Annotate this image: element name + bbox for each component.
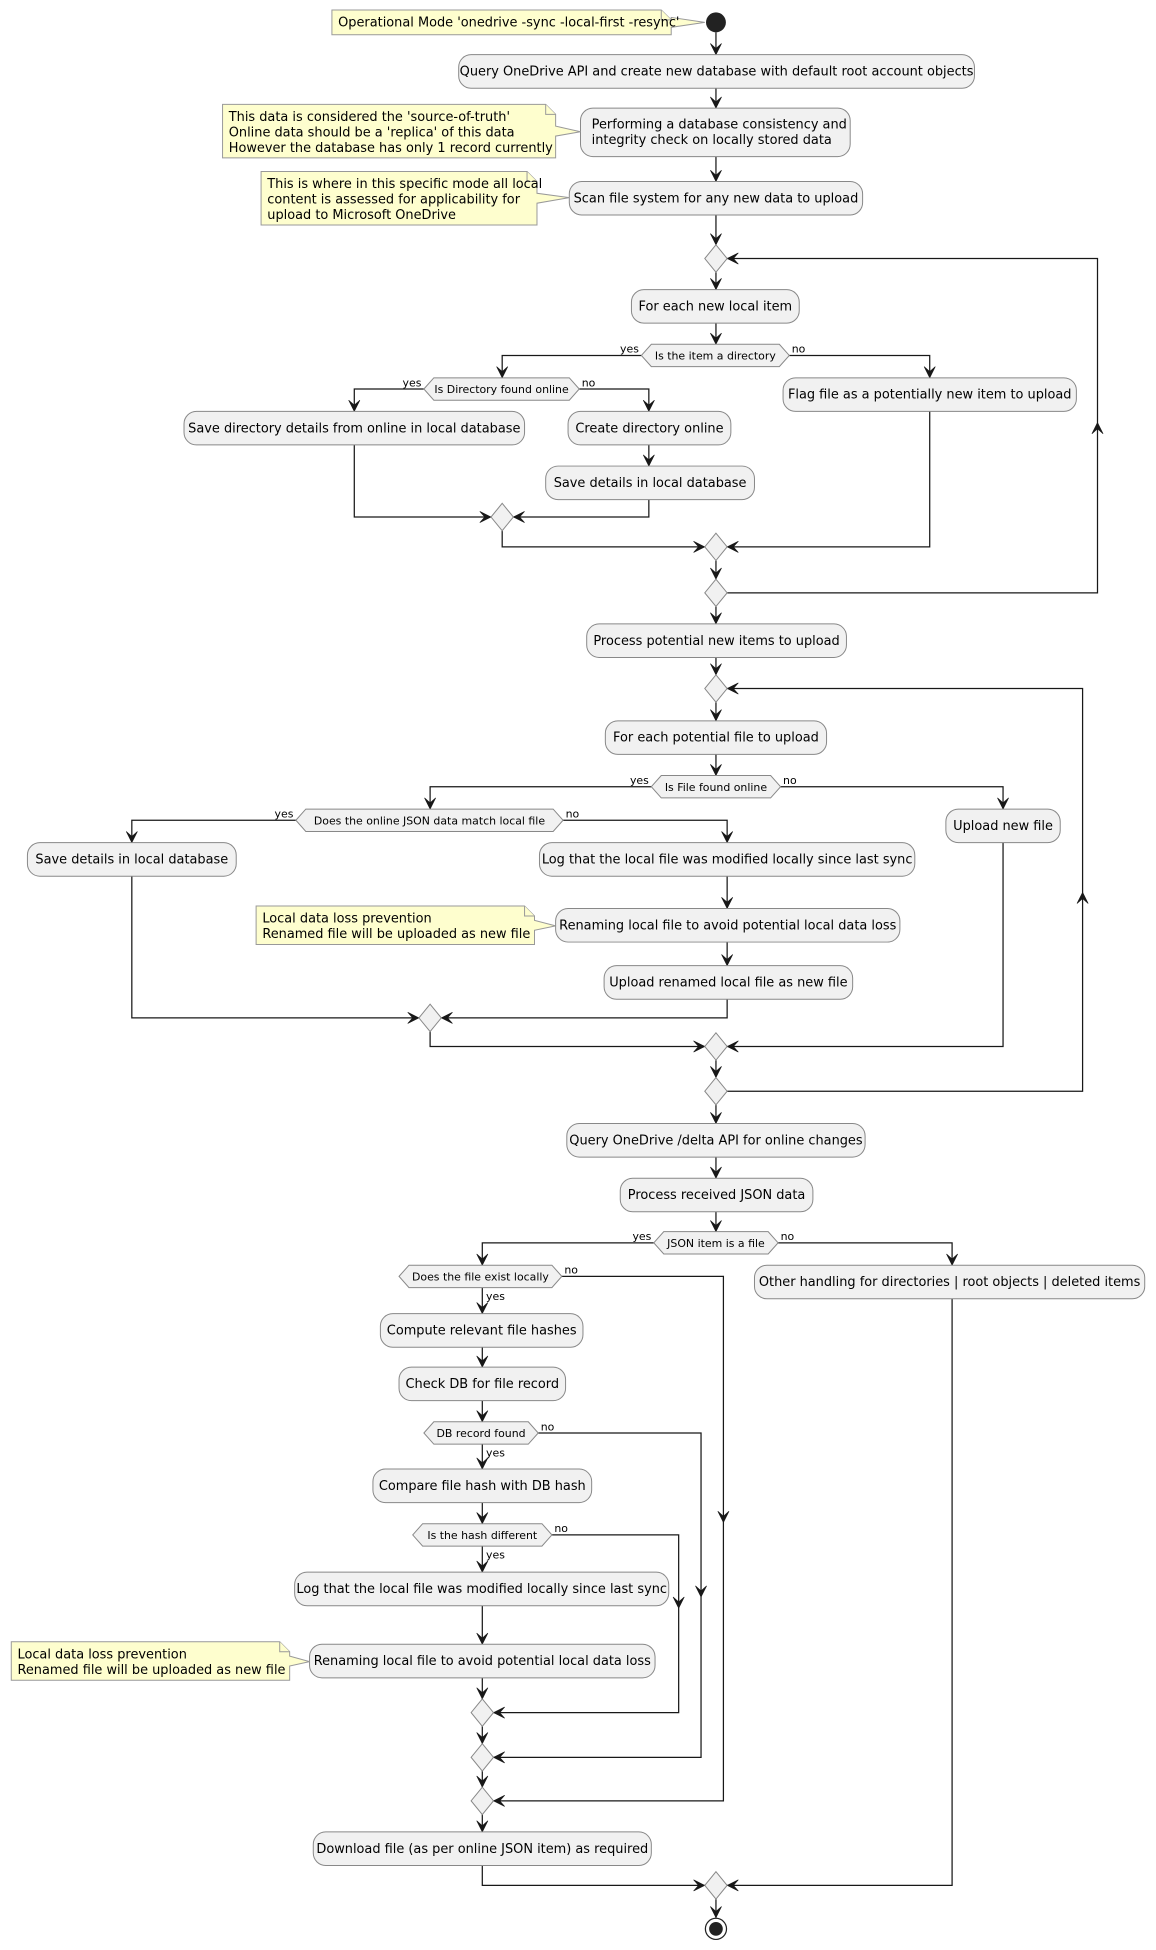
label-no-file-exists: no — [564, 1264, 578, 1277]
action-for-each-local-text: For each new local item — [639, 299, 793, 314]
merge-loop1-start — [704, 244, 728, 273]
action-consistency-check-text-line-1: Performing a database consistency and — [592, 117, 847, 132]
edge-other-final — [727, 1298, 953, 1886]
decision-dir-found-online-text: Is Directory found online — [434, 383, 569, 396]
merge-loop2-end — [704, 1076, 728, 1106]
edge-jsonfile-no — [778, 1242, 953, 1266]
action-rename-2-text: Renaming local file to avoid potential l… — [314, 1654, 651, 1669]
note-scan-scope-text-line-1: This is where in this specific mode all … — [266, 177, 542, 192]
decision-hash-different-text: Is the hash different — [427, 1529, 538, 1542]
action-save-dir-details-text: Save directory details from online in lo… — [188, 421, 520, 436]
action-download-text: Download file (as per online JSON item) … — [316, 1842, 648, 1857]
action-scan-fs-text: Scan file system for any new data to upl… — [574, 191, 859, 206]
edge-savedir-merge — [353, 444, 492, 518]
label-yes-db-found: yes — [486, 1446, 505, 1459]
label-no-json-match: no — [566, 808, 580, 821]
edge-isdir-yes — [501, 354, 642, 378]
label-yes-hash-diff: yes — [486, 1548, 505, 1561]
note-data-loss-1-text-line-1: Local data loss prevention — [262, 912, 431, 927]
note-scan-scope-text-line-3: upload to Microsoft OneDrive — [267, 208, 456, 223]
merge-file-found — [704, 1032, 728, 1061]
action-check-db-text: Check DB for file record — [406, 1377, 560, 1392]
edge-savedetails-merge — [513, 499, 650, 518]
note-data-loss-2-text-line-1: Local data loss prevention — [17, 1647, 186, 1662]
note-data-loss-2-text-line-2: Renamed file will be uploaded as new fil… — [17, 1663, 285, 1678]
label-no-db-found: no — [541, 1420, 555, 1433]
merge-loop1-end — [704, 578, 728, 608]
action-process-potential-text: Process potential new items to upload — [593, 634, 839, 649]
label-no-is-directory: no — [792, 343, 806, 356]
merge-json-match — [418, 1003, 442, 1033]
action-consistency-check-text-line-2: integrity check on locally stored data — [592, 133, 832, 148]
action-flag-file-text: Flag file as a potentially new item to u… — [788, 388, 1072, 403]
edge-filefound-yes — [429, 786, 652, 810]
note-source-of-truth-text-line-3: However the database has only 1 record c… — [229, 141, 553, 156]
label-yes-is-directory: yes — [620, 343, 639, 356]
edge-download-final — [481, 1865, 705, 1886]
action-upload-new-text: Upload new file — [953, 819, 1053, 834]
edge-jsonfile-yes — [481, 1242, 654, 1266]
action-query-api-text: Query OneDrive API and create new databa… — [460, 65, 974, 80]
edge-jsonmatch-yes — [131, 819, 296, 843]
edge-jsonmatch-no — [563, 819, 728, 843]
note-data-loss-1-text-line-2: Renamed file will be uploaded as new fil… — [262, 927, 530, 942]
action-log-modified-1-text: Log that the local file was modified loc… — [542, 853, 913, 868]
label-no-dir-found: no — [582, 376, 596, 389]
action-query-delta-text: Query OneDrive /delta API for online cha… — [569, 1133, 863, 1148]
edge-uploadrenamed-merge — [441, 999, 728, 1019]
decision-file-exists-locally-text: Does the file exist locally — [412, 1271, 549, 1284]
merge-loop2-start — [704, 674, 728, 703]
decision-file-found-online-text: Is File found online — [665, 781, 768, 794]
edge-flag-merge — [727, 411, 931, 548]
merge-final — [704, 1870, 728, 1900]
label-yes-dir-found: yes — [403, 376, 422, 389]
label-yes-file-exists: yes — [486, 1290, 505, 1303]
action-upload-renamed-text: Upload renamed local file as new file — [609, 976, 847, 991]
edge-filefound-no — [780, 786, 1004, 810]
decision-json-match-text: Does the online JSON data match local fi… — [314, 814, 545, 827]
edge-dirfound-no — [579, 388, 650, 412]
action-save-details-1-text: Save details in local database — [554, 476, 747, 491]
end-node-core — [709, 1922, 723, 1936]
action-compare-hash-text: Compare file hash with DB hash — [379, 1479, 586, 1494]
label-no-hash-diff: no — [554, 1522, 568, 1535]
merge-file-exists — [470, 1786, 495, 1816]
decision-db-record-found-text: DB record found — [437, 1427, 526, 1440]
edge-hashdiff-no — [493, 1534, 680, 1714]
action-save-details-2-text: Save details in local database — [35, 853, 228, 868]
edge-dirmerge-merge — [501, 530, 705, 548]
label-yes-json-file: yes — [632, 1230, 651, 1243]
label-yes-json-match: yes — [275, 808, 294, 821]
label-no-json-file: no — [781, 1230, 795, 1243]
action-rename-1-text: Renaming local file to avoid potential l… — [559, 918, 896, 933]
edge-isdir-no — [789, 354, 931, 378]
edge-save2-merge — [131, 876, 419, 1019]
merge-db-found — [470, 1742, 495, 1772]
start-node — [706, 12, 726, 33]
action-compute-hashes-text: Compute relevant file hashes — [387, 1324, 577, 1339]
merge-hash-diff — [470, 1698, 495, 1728]
decision-is-directory-text: Is the item a directory — [655, 350, 776, 363]
note-scan-scope-text-line-2: content is assessed for applicability fo… — [267, 193, 520, 208]
action-log-modified-2-text: Log that the local file was modified loc… — [296, 1582, 667, 1597]
action-other-handling-text: Other handling for directories | root ob… — [759, 1275, 1141, 1290]
merge-dir-branches — [490, 502, 515, 532]
action-for-each-potential-text: For each potential file to upload — [613, 731, 819, 746]
merge-isdir-branches — [704, 532, 728, 562]
edge-dirfound-yes — [353, 388, 424, 412]
note-source-of-truth-text-line-1: This data is considered the 'source-of-t… — [228, 110, 510, 125]
note-operational-mode-text: Operational Mode 'onedrive -sync -local-… — [338, 15, 679, 30]
activity-diagram: Operational Mode 'onedrive -sync -local-… — [10, 9, 1146, 1941]
action-process-json-text: Process received JSON data — [628, 1188, 806, 1203]
decision-json-is-file-text: JSON item is a file — [666, 1237, 765, 1250]
label-yes-file-found: yes — [630, 774, 649, 787]
note-source-of-truth-text-line-2: Online data should be a 'replica' of thi… — [229, 125, 515, 140]
action-create-dir-text: Create directory online — [575, 421, 723, 436]
label-no-file-found: no — [783, 774, 797, 787]
edge-jsonmerge-merge — [429, 1031, 705, 1048]
